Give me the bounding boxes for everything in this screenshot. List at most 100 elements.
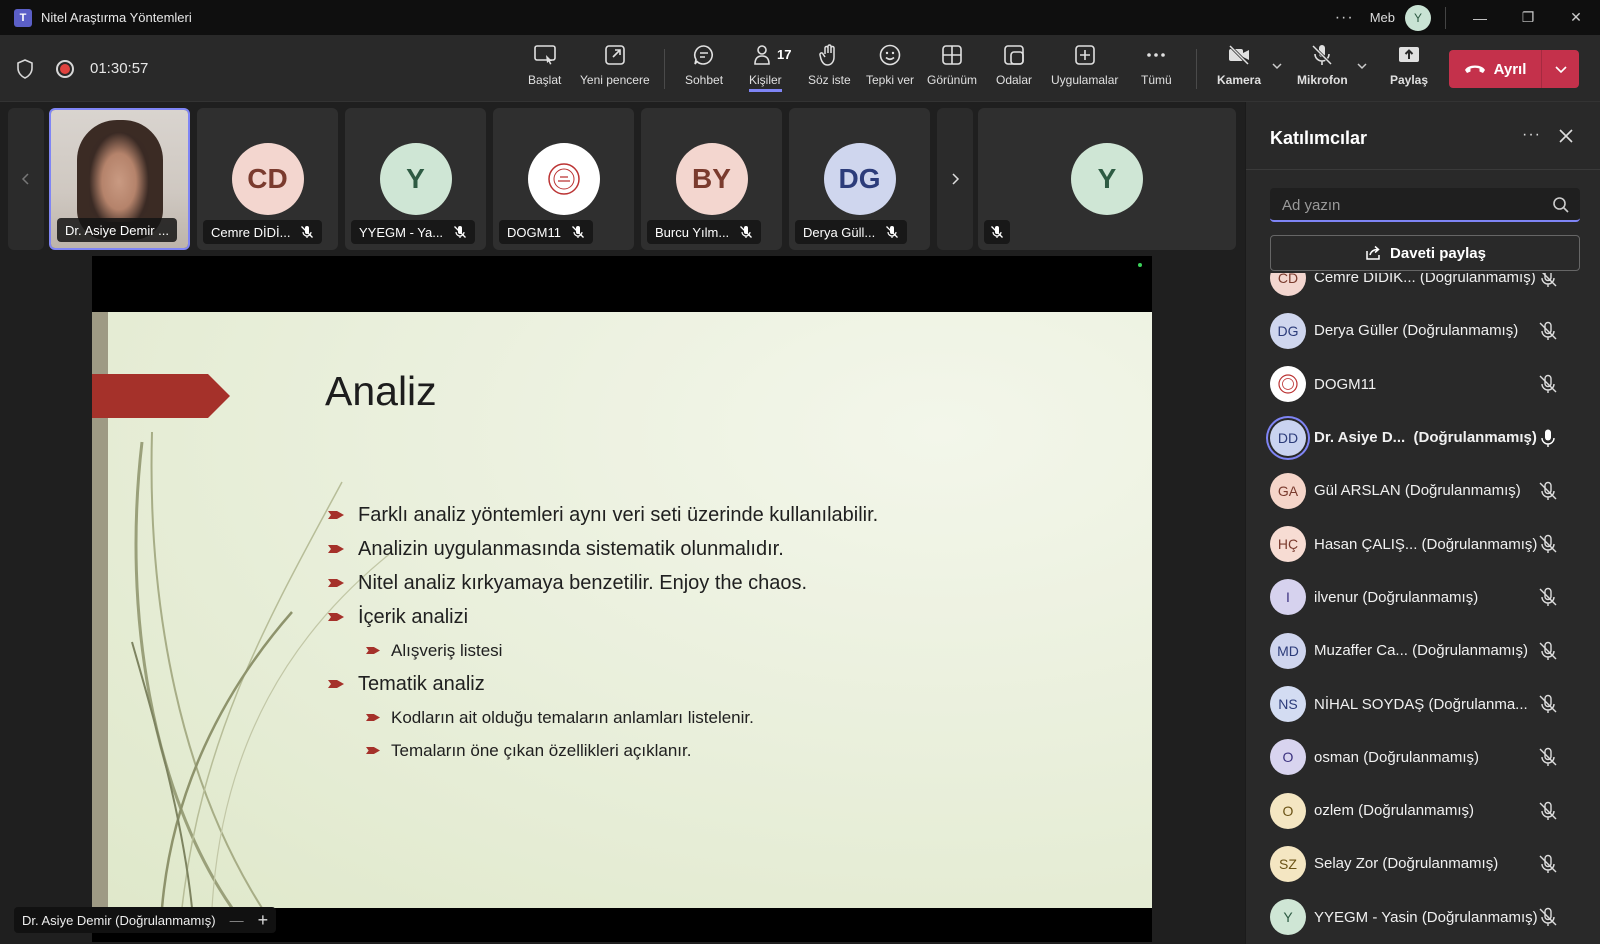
pop-out-icon [605, 45, 625, 65]
mic-off-icon [1539, 908, 1557, 927]
meeting-toolbar: 01:30:57 Başlat Yeni pencere Sohbet 17 K… [0, 35, 1600, 102]
add-app-icon [1074, 45, 1095, 65]
chat-icon [694, 45, 713, 65]
bullet-arrow-icon [328, 511, 344, 519]
hang-up-icon [1464, 65, 1485, 73]
camera-options-chevron-icon[interactable] [1270, 59, 1284, 73]
search-input[interactable] [1282, 192, 1532, 218]
toolbar-divider [1196, 49, 1197, 89]
mic-off-icon [301, 226, 314, 238]
avatar: Y [1071, 143, 1143, 215]
avatar: BY [675, 143, 748, 215]
mic-off-icon [740, 226, 753, 238]
meeting-timer: 01:30:57 [90, 60, 149, 77]
ellipsis-icon [1147, 53, 1166, 57]
list-item[interactable]: SZ Selay Zor (Doğrulanmamış) [1246, 837, 1600, 890]
apps-button[interactable]: Uygulamalar [1051, 43, 1118, 97]
share-button[interactable]: Paylaş [1390, 43, 1428, 97]
video-tile-speaker[interactable]: Dr. Asiye Demir ... [49, 108, 190, 250]
search-icon[interactable] [1552, 196, 1570, 214]
toolbar-divider [664, 49, 665, 89]
avatar: I [1270, 579, 1306, 616]
avatar: CD [231, 143, 304, 215]
chevron-right-icon [952, 173, 960, 185]
camera-button[interactable]: Kamera [1217, 43, 1261, 97]
mic-off-icon [454, 226, 467, 238]
list-item[interactable]: O ozlem (Doğrulanmamış) [1246, 784, 1600, 837]
bullet-arrow-icon [328, 613, 344, 621]
video-tile[interactable]: Y YYEGM - Ya... [345, 108, 486, 250]
presenter-label: Dr. Asiye Demir (Doğrulanmamış) — + [14, 907, 277, 933]
list-item[interactable]: O osman (Doğrulanmamış) [1246, 731, 1600, 784]
mic-off-icon [1312, 44, 1333, 66]
zoom-out-button[interactable]: — [230, 912, 244, 928]
view-button[interactable]: Görünüm [927, 43, 977, 97]
people-icon [754, 45, 771, 65]
list-item[interactable]: DG Derya Güller (Doğrulanmamış) [1246, 304, 1600, 357]
strip-next-button[interactable] [937, 108, 973, 250]
leave-button[interactable]: Ayrıl [1449, 50, 1579, 88]
avatar: Y [379, 143, 452, 215]
panel-more-icon[interactable]: ··· [1522, 126, 1541, 144]
close-window-button[interactable]: ✕ [1552, 0, 1600, 35]
video-tile-self[interactable]: Y [978, 108, 1236, 250]
mic-off-icon [1539, 641, 1557, 660]
start-button[interactable]: Başlat [528, 43, 561, 97]
list-item[interactable]: Y YYEGM - Yasin (Doğrulanmamış) [1246, 891, 1600, 944]
avatar: MD [1270, 632, 1306, 669]
restore-button[interactable]: ❐ [1504, 0, 1552, 35]
video-tile[interactable]: CD Cemre DİDİ... [197, 108, 338, 250]
people-button[interactable]: 17 Kişiler [749, 43, 791, 97]
video-tile[interactable]: BY Burcu Yılm... [641, 108, 782, 250]
list-item[interactable]: NS NİHAL SOYDAŞ (Doğrulanma... [1246, 677, 1600, 730]
list-item: Temaların öne çıkan özellikleri açıklanı… [366, 734, 1128, 767]
more-options-icon[interactable]: ··· [1335, 9, 1354, 27]
ministry-logo-avatar [527, 143, 600, 215]
strip-prev-button[interactable] [8, 108, 44, 250]
title-ribbon [92, 374, 230, 418]
raise-hand-button[interactable]: Söz iste [808, 43, 851, 97]
avatar: SZ [1270, 845, 1306, 882]
leave-main-button[interactable]: Ayrıl [1449, 50, 1541, 88]
minimize-button[interactable]: — [1456, 0, 1504, 35]
title-bar: T Nitel Araştırma Yöntemleri ··· Meb Y —… [0, 0, 1600, 35]
shield-icon[interactable] [16, 58, 34, 79]
avatar: CD [1270, 273, 1306, 296]
video-tile[interactable]: DOGM11 [493, 108, 634, 250]
chat-button[interactable]: Sohbet [685, 43, 723, 97]
org-name[interactable]: Meb [1370, 10, 1395, 25]
list-item[interactable]: MD Muzaffer Ca... (Doğrulanmamış) [1246, 624, 1600, 677]
status-dot [1138, 263, 1142, 267]
list-item[interactable]: I ilvenur (Doğrulanmamış) [1246, 571, 1600, 624]
mic-options-chevron-icon[interactable] [1355, 59, 1369, 73]
more-actions-button[interactable]: Tümü [1141, 43, 1172, 97]
react-button[interactable]: Tepki ver [866, 43, 914, 97]
people-count-badge: 17 [777, 47, 792, 62]
microphone-button[interactable]: Mikrofon [1297, 43, 1348, 97]
bullet-arrow-icon [328, 680, 344, 688]
zoom-in-button[interactable]: + [258, 910, 269, 931]
camera-off-icon [1228, 44, 1250, 66]
search-box[interactable] [1270, 188, 1580, 222]
participant-strip: Dr. Asiye Demir ... CD Cemre DİDİ... Y Y… [8, 108, 1236, 252]
share-invite-button[interactable]: Daveti paylaş [1270, 235, 1580, 271]
mic-off-icon [991, 226, 1003, 238]
list-item-speaking[interactable]: DD Dr. Asiye D... (Doğrulanmamış) [1246, 411, 1600, 464]
recording-icon [56, 59, 74, 78]
list-item[interactable]: HÇ Hasan ÇALIŞ... (Doğrulanmamış) [1246, 517, 1600, 570]
close-icon[interactable] [1556, 126, 1576, 146]
leave-options-chevron-icon[interactable] [1542, 50, 1579, 88]
list-item[interactable]: DOGM11 [1246, 358, 1600, 411]
avatar: O [1270, 792, 1306, 829]
new-window-button[interactable]: Yeni pencere [580, 43, 650, 97]
rooms-button[interactable]: Odalar [996, 43, 1032, 97]
list-item[interactable]: GA Gül ARSLAN (Doğrulanmamış) [1246, 464, 1600, 517]
avatar: Y [1270, 899, 1306, 936]
tile-name-label: Cemre DİDİ... [203, 220, 323, 244]
user-avatar[interactable]: Y [1405, 4, 1431, 31]
mic-off-icon [1539, 534, 1557, 554]
video-tile[interactable]: DG Derya Güll... [789, 108, 930, 250]
list-item[interactable]: CD Cemre DİDİK... (Doğrulanmamış) [1246, 273, 1600, 304]
slide-bullet-list: Farklı analiz yöntemleri aynı veri seti … [328, 498, 1128, 767]
bullet-arrow-icon [366, 714, 380, 721]
